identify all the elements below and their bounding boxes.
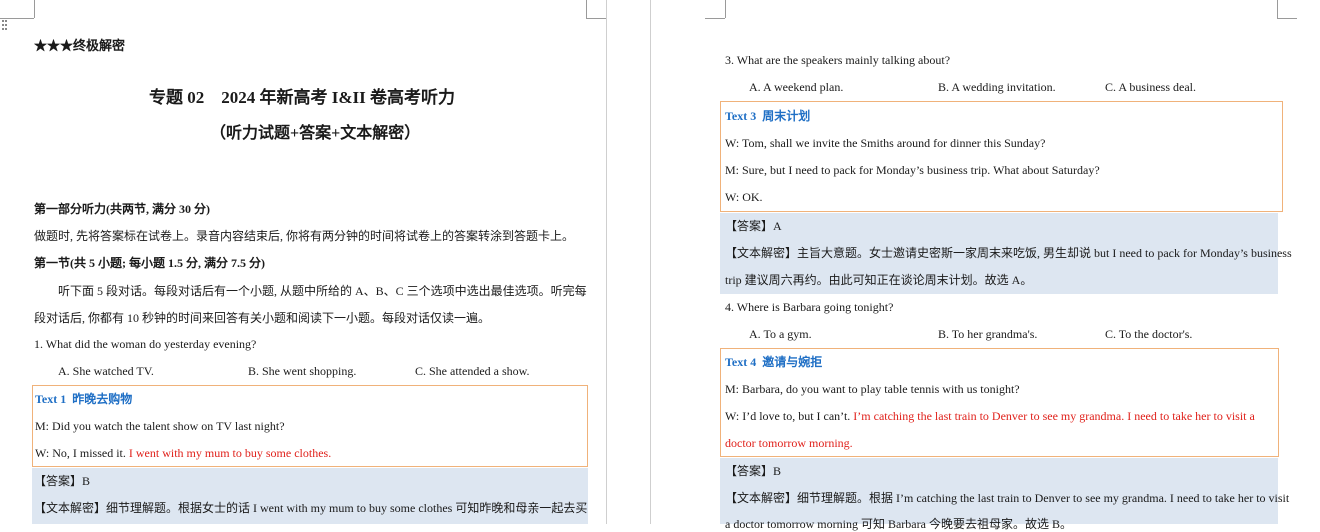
difficulty-heading: ★★★终极解密 <box>34 38 126 53</box>
crop-mark <box>1277 0 1278 18</box>
answer-label: 【答案】A <box>725 219 782 233</box>
section-heading: 第一节(共 5 小题; 每小题 1.5 分, 满分 7.5 分) <box>34 256 265 270</box>
crop-mark <box>586 18 606 19</box>
instruction-text: 听下面 5 段对话。每段对话后有一个小题, 从题中所给的 A、B、C 三个选项中… <box>58 284 587 298</box>
option-b: B. To her grandma's. <box>938 327 1038 341</box>
question-1: 1. What did the woman do yesterday eveni… <box>34 337 257 351</box>
transcript-heading: Text 1 昨晚去购物 <box>35 392 133 406</box>
crop-mark <box>705 18 725 19</box>
crop-mark <box>1277 18 1297 19</box>
instruction-text: 段对话后, 你都有 10 秒钟的时间来回答有关小题和阅读下一小题。每段对话仅读一… <box>34 311 491 325</box>
option-b: B. A wedding invitation. <box>938 80 1056 94</box>
option-c: C. She attended a show. <box>415 364 530 378</box>
document-title: 专题 02 2024 年新高考 I&II 卷高考听力 <box>149 88 456 107</box>
transcript-line-w: W: OK. <box>725 190 763 204</box>
analysis-text: 【文本解密】细节理解题。根据 I’m catching the last tra… <box>725 491 1290 505</box>
answer-label: 【答案】B <box>725 464 782 478</box>
left-page-edge <box>606 0 607 524</box>
option-a: A. She watched TV. <box>58 364 154 378</box>
transcript-line-w: W: No, I missed it. I went with my mum t… <box>35 446 332 460</box>
option-b: B. She went shopping. <box>248 364 357 378</box>
part-heading: 第一部分听力(共两节, 满分 30 分) <box>34 202 210 216</box>
transcript-heading: Text 4 邀请与婉拒 <box>725 355 823 369</box>
transcript-line-w: W: I’d love to, but I can’t. I’m catchin… <box>725 409 1255 423</box>
analysis-text: a doctor tomorrow morning 可知 Barbara 今晚要… <box>725 517 1072 531</box>
question-4: 4. Where is Barbara going tonight? <box>725 300 894 314</box>
crop-mark <box>586 0 587 18</box>
document-subtitle: （听力试题+答案+文本解密） <box>210 125 421 142</box>
instruction-text: 做题时, 先将答案标在试卷上。录音内容结束后, 你将有两分钟的时间将试卷上的答案… <box>34 229 575 243</box>
star-rating-icon: ★★★ <box>34 38 74 53</box>
crop-mark <box>725 0 726 18</box>
transcript-line-m: M: Sure, but I need to pack for Monday’s… <box>725 163 1100 177</box>
page-gap <box>607 0 674 524</box>
crop-mark <box>34 0 35 18</box>
crop-mark <box>0 18 34 19</box>
transcript-line-w-cont: doctor tomorrow morning. <box>725 436 853 450</box>
option-c: C. To the doctor's. <box>1105 327 1193 341</box>
option-a: A. To a gym. <box>749 327 812 341</box>
transcript-heading: Text 3 周末计划 <box>725 109 811 123</box>
question-3: 3. What are the speakers mainly talking … <box>725 53 951 67</box>
transcript-line-w: W: Tom, shall we invite the Smiths aroun… <box>725 136 1046 150</box>
transcript-line-m: M: Did you watch the talent show on TV l… <box>35 419 285 433</box>
analysis-text: 【文本解密】主旨大意题。女士邀请史密斯一家周末来吃饭, 男生却说 but I n… <box>725 246 1292 260</box>
analysis-text: 【文本解密】细节理解题。根据女士的话 I went with my mum to… <box>34 501 588 515</box>
analysis-text: trip 建议周六再约。由此可知正在谈论周末计划。故选 A。 <box>725 273 1033 287</box>
scroll-divider <box>650 0 651 524</box>
option-a: A. A weekend plan. <box>749 80 844 94</box>
option-c: C. A business deal. <box>1105 80 1197 94</box>
answer-label: 【答案】B <box>34 474 91 488</box>
drag-handle-icon[interactable] <box>2 20 8 34</box>
transcript-line-m: M: Barbara, do you want to play table te… <box>725 382 1020 396</box>
